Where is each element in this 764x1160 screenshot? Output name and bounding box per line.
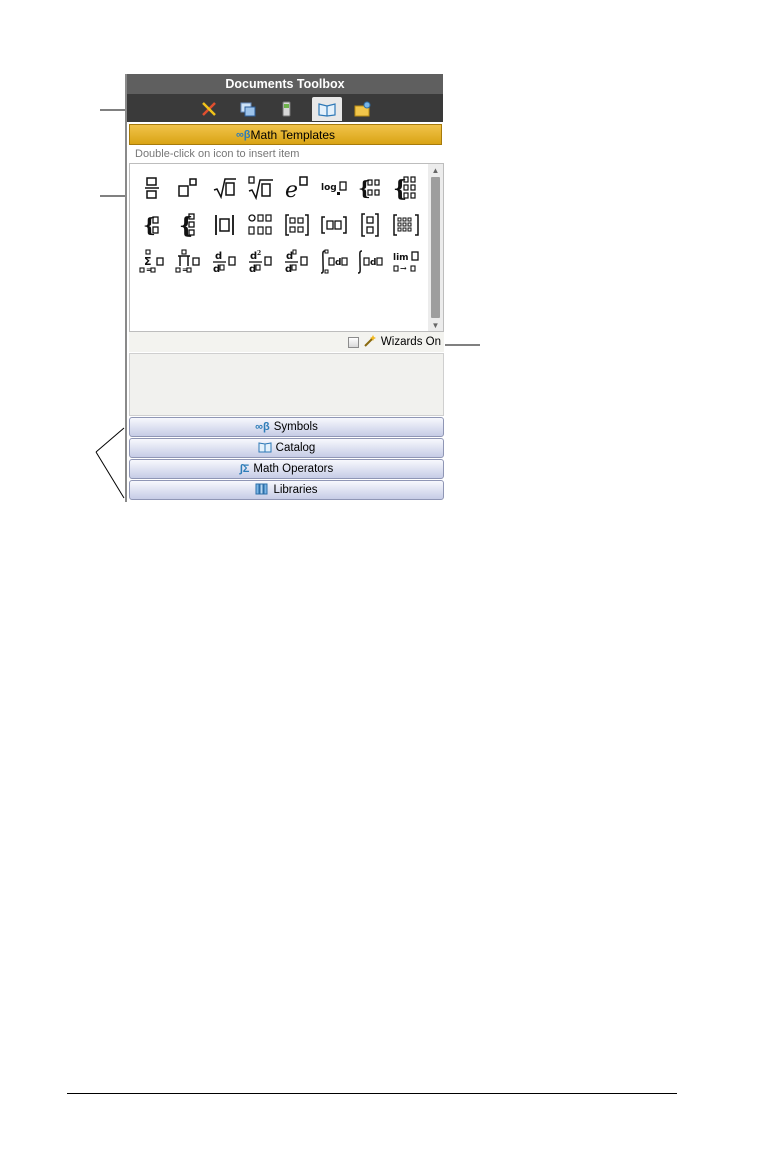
- catalog-icon: [258, 441, 272, 456]
- template-exponent[interactable]: [170, 169, 206, 206]
- category-math-operators-button[interactable]: ∫Σ Math Operators: [129, 459, 444, 479]
- svg-text:d: d: [213, 264, 220, 275]
- tab-handheld[interactable]: [271, 97, 301, 121]
- template-scrollbar[interactable]: ▲ ▼: [428, 164, 443, 331]
- svg-text:2: 2: [257, 250, 261, 257]
- utilities-book-icon: [318, 103, 336, 117]
- svg-text:d: d: [335, 258, 341, 268]
- scroll-thumb[interactable]: [431, 177, 440, 318]
- template-nth-derivative[interactable]: dd: [279, 243, 315, 280]
- toolbox-tab-bar: [127, 94, 443, 122]
- template-system-2[interactable]: {: [134, 206, 170, 243]
- svg-text:e: e: [285, 178, 298, 201]
- template-system-n[interactable]: {: [170, 206, 206, 243]
- math-operators-icon: ∫Σ: [239, 463, 250, 475]
- svg-text:lim: lim: [393, 253, 409, 263]
- category-catalog-button[interactable]: Catalog: [129, 438, 444, 458]
- template-row-vector[interactable]: [315, 206, 351, 243]
- template-definite-integral[interactable]: d: [315, 243, 351, 280]
- template-second-derivative[interactable]: d2d: [243, 243, 279, 280]
- category-math-templates-header[interactable]: ∞β Math Templates: [129, 124, 442, 145]
- template-product[interactable]: =: [170, 243, 206, 280]
- category-label: Catalog: [275, 442, 316, 454]
- category-libraries-button[interactable]: Libraries: [129, 480, 444, 500]
- template-palette: e log { { { {Σ = = d d d 2 d d d d d li…: [129, 163, 444, 332]
- svg-text:d: d: [249, 264, 256, 275]
- template-matrix-mxn[interactable]: [388, 206, 424, 243]
- toolbox-title: Documents Toolbox: [127, 74, 443, 94]
- libraries-icon: [255, 483, 269, 498]
- template-nth-root[interactable]: [243, 169, 279, 206]
- template-absolute-value[interactable]: [207, 206, 243, 243]
- symbols-icon: ∞β: [255, 421, 270, 433]
- template-sum[interactable]: Σ =: [134, 243, 170, 280]
- svg-text:d: d: [370, 258, 376, 268]
- template-limit[interactable]: lim →: [388, 243, 424, 280]
- template-log[interactable]: log: [315, 169, 351, 206]
- page-footer-rule: [67, 1093, 677, 1094]
- category-label: Math Templates: [250, 127, 336, 142]
- svg-text:d: d: [215, 251, 222, 262]
- handheld-icon: [282, 101, 291, 117]
- wand-icon: [363, 334, 377, 351]
- svg-text:d: d: [285, 264, 292, 275]
- tools-icon: [202, 102, 216, 116]
- template-piecewise-n[interactable]: {: [388, 169, 424, 206]
- math-templates-icon: ∞β: [235, 128, 251, 141]
- template-e-power[interactable]: e: [279, 169, 315, 206]
- template-fraction[interactable]: [134, 169, 170, 206]
- category-label: Math Operators: [253, 463, 334, 475]
- category-label: Libraries: [273, 484, 318, 496]
- svg-text:{: {: [393, 176, 407, 201]
- tab-utilities[interactable]: [312, 97, 342, 121]
- template-matrix-2x2[interactable]: [279, 206, 315, 243]
- scroll-up-arrow-icon[interactable]: ▲: [428, 164, 443, 176]
- category-symbols-button[interactable]: ∞β Symbols: [129, 417, 444, 437]
- svg-text:→: →: [400, 263, 407, 273]
- tab-content-explorer[interactable]: [348, 97, 378, 121]
- template-derivative[interactable]: dd: [207, 243, 243, 280]
- wizards-row: Wizards On: [129, 332, 444, 352]
- wizards-checkbox[interactable]: [347, 336, 359, 348]
- svg-text:d: d: [286, 251, 293, 262]
- documents-toolbox: Documents Toolbox ∞β Math Templates Doub…: [125, 74, 444, 502]
- template-grid: e log { { { {Σ = = d d d 2 d d d d d li…: [134, 169, 424, 280]
- template-piecewise-2[interactable]: {: [352, 169, 388, 206]
- svg-text:{: {: [179, 213, 193, 238]
- template-column-vector[interactable]: [352, 206, 388, 243]
- category-label: Symbols: [273, 421, 318, 433]
- tab-page-sorter[interactable]: [233, 97, 263, 121]
- content-explorer-icon: [354, 101, 371, 117]
- template-indefinite-integral[interactable]: d: [352, 243, 388, 280]
- template-preview-area: [129, 353, 444, 416]
- template-square-root[interactable]: [207, 169, 243, 206]
- template-degrees-minutes-seconds[interactable]: [243, 206, 279, 243]
- insert-hint: Double-click on icon to insert item: [135, 148, 300, 160]
- tab-tools[interactable]: [194, 97, 224, 121]
- svg-text:log: log: [321, 183, 337, 193]
- wizards-label: Wizards On: [380, 336, 441, 348]
- scroll-down-arrow-icon[interactable]: ▼: [428, 319, 443, 331]
- page-sorter-icon: [240, 102, 256, 117]
